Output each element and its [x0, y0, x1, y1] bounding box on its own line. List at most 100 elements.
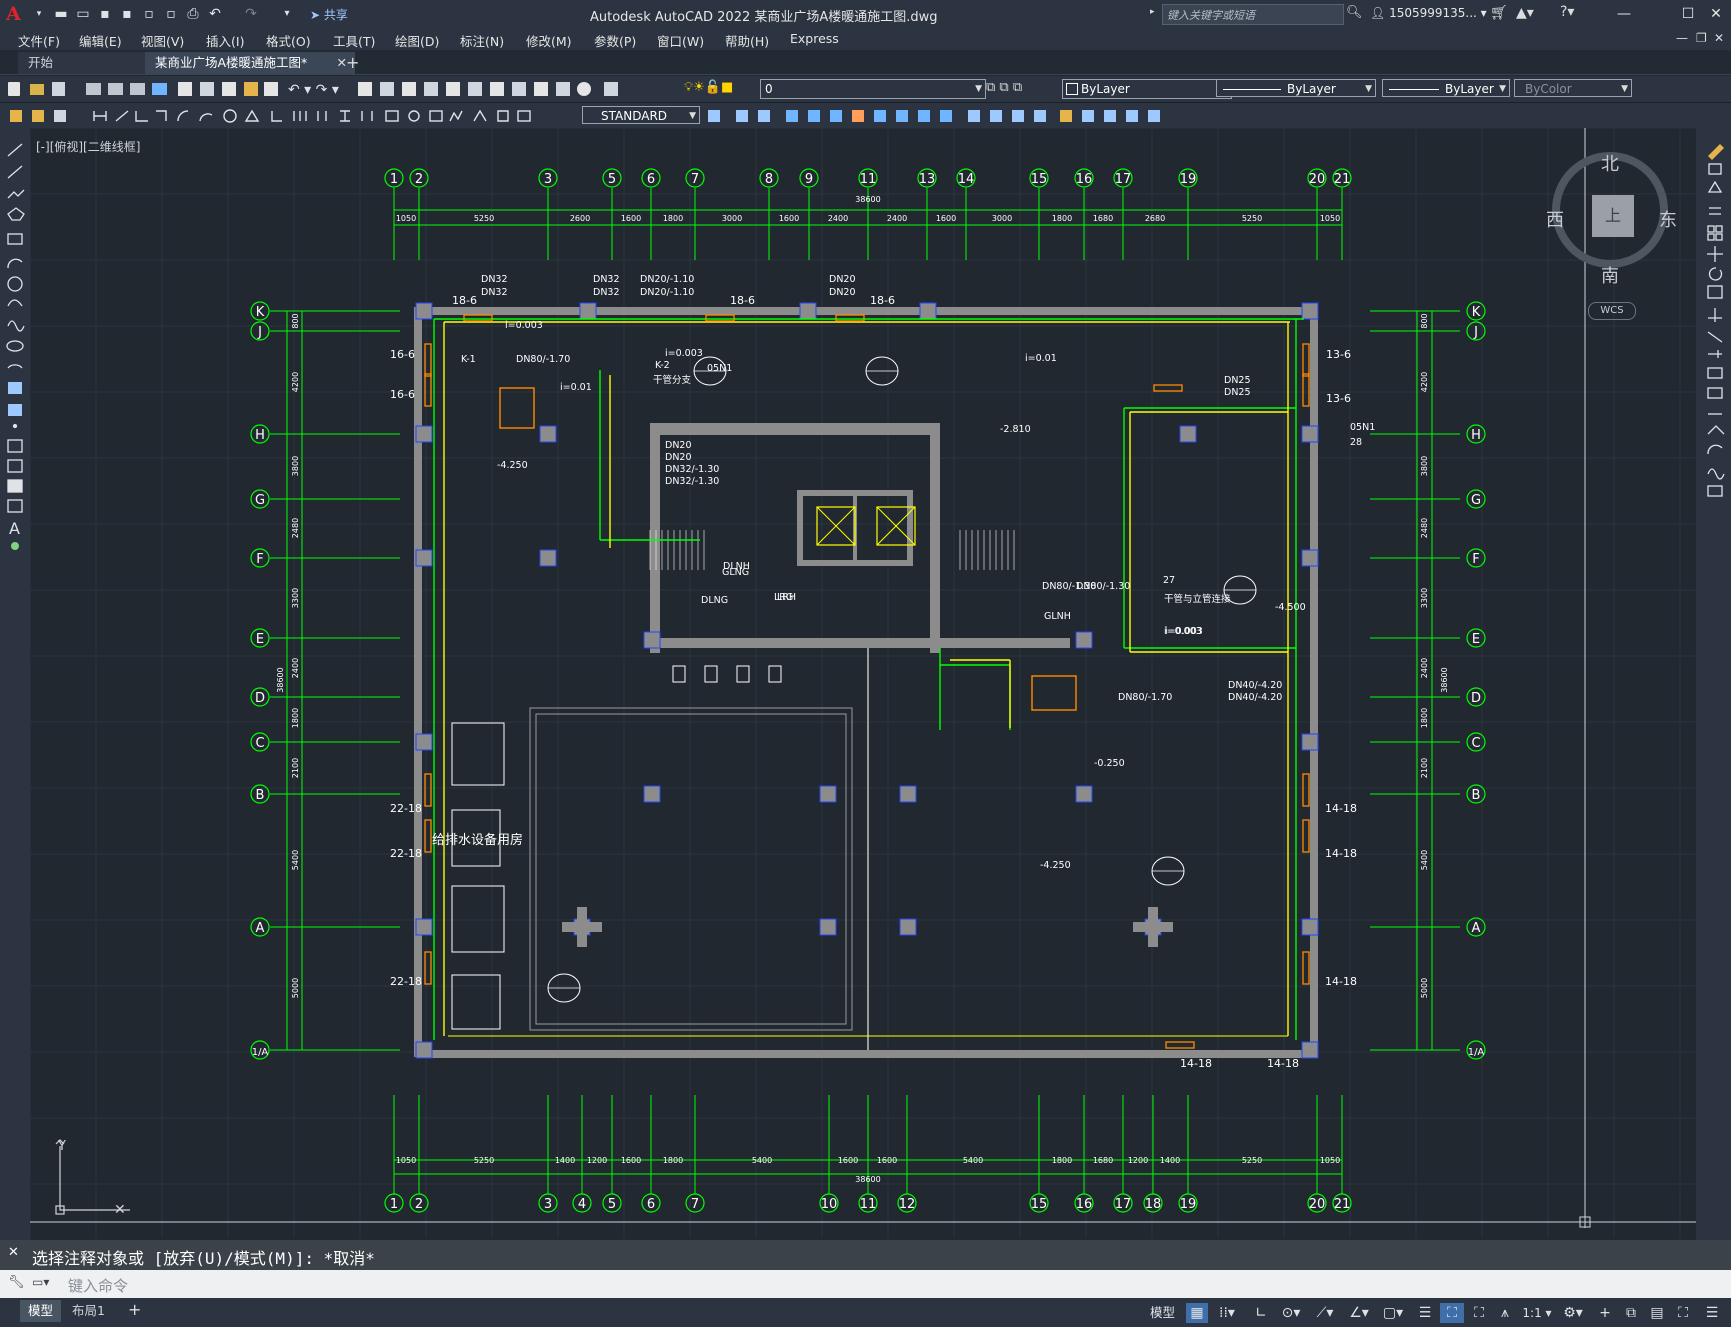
add-layout-icon[interactable]: + — [128, 1300, 141, 1319]
autocad-logo-icon[interactable]: A — [6, 3, 26, 25]
add-icon[interactable]: + — [1594, 1303, 1616, 1323]
drawing-canvas[interactable]: 1 2 3 5 6 7 8 9 11 13 14 15 16 17 19 20 21 1050 5250 2600 16… — [30, 128, 1696, 1238]
annotation-scale-icon[interactable]: ⩚ — [1494, 1303, 1516, 1323]
customize-quick-access-icon[interactable]: ▾ — [278, 5, 296, 23]
tab-start[interactable]: 开始 — [18, 52, 148, 74]
snap-icon[interactable]: ⁞⁞▾ — [1212, 1303, 1242, 1323]
layout-tab-model[interactable]: 模型 — [20, 1300, 62, 1322]
customize-icon[interactable]: 🔧︎ — [8, 1275, 25, 1290]
viewcube-west[interactable]: 西 — [1546, 206, 1564, 232]
isodraft-icon[interactable]: ⟋▾ — [1310, 1303, 1340, 1323]
dimension-text: 2480 — [1420, 518, 1429, 538]
standard-toolbar-icons[interactable]: ↶ ▾ ↷ ▾ — [6, 80, 646, 98]
menu-express[interactable]: Express — [790, 31, 839, 46]
command-line[interactable] — [0, 1270, 1731, 1298]
structural-column — [415, 733, 433, 751]
menu-view[interactable]: 视图(V) — [141, 31, 184, 50]
ortho-icon[interactable]: ∟ — [1250, 1303, 1272, 1323]
menu-insert[interactable]: 插入(I) — [206, 31, 244, 50]
modify-toolbar-icons[interactable] — [706, 107, 1226, 125]
menu-format[interactable]: 格式(O) — [266, 31, 311, 50]
close-command-icon[interactable]: ✕ — [8, 1245, 19, 1260]
layout-tab-layout1[interactable]: 布局1 — [64, 1300, 113, 1322]
grid-label: 1/A — [1468, 1047, 1485, 1058]
fullscreen-icon[interactable]: ⛶ — [1672, 1303, 1694, 1323]
save-as-icon[interactable]: ▪ — [118, 5, 136, 23]
open-file-icon[interactable]: ▭ — [74, 5, 92, 23]
model-space-button[interactable]: 模型 — [1150, 1303, 1175, 1323]
search-expand-icon[interactable]: ▸ — [1150, 7, 1155, 17]
osnap-tracking-icon[interactable]: ∠▾ — [1344, 1303, 1374, 1323]
new-file-icon[interactable]: ▬ — [52, 5, 70, 23]
app-menu-chevron-icon[interactable]: ▾ — [30, 5, 48, 23]
plotstyle-dropdown[interactable]: ByColor ▼ — [1514, 79, 1632, 97]
color-dropdown[interactable]: ByLayer▼ — [1062, 79, 1232, 99]
maximize-button[interactable]: ☐ — [1676, 4, 1700, 24]
save-icon[interactable]: ▪ — [96, 5, 114, 23]
units-icon[interactable]: ⧉ — [1620, 1303, 1642, 1323]
layer-tools-icons[interactable]: ⧉ ⧉ ⧉ — [986, 80, 1022, 95]
annotation-visibility-icon[interactable]: ⛶ — [1440, 1303, 1464, 1323]
share-button[interactable]: ➤ 共享 — [310, 6, 348, 23]
polar-icon[interactable]: ⊙▾ — [1276, 1303, 1306, 1323]
wcs-menu[interactable]: WCS — [1588, 302, 1636, 320]
layer-dropdown[interactable]: 0 ▼ — [760, 79, 986, 99]
doc-restore-button[interactable]: ❐ — [1696, 31, 1707, 45]
open-web-icon[interactable]: ▫ — [140, 5, 158, 23]
menu-help[interactable]: 帮助(H) — [725, 31, 769, 50]
menu-modify[interactable]: 修改(M) — [526, 31, 572, 50]
help-icon[interactable]: ?▾ — [1560, 4, 1574, 20]
search-icon[interactable]: 🔍︎ — [1346, 5, 1363, 20]
cart-icon[interactable]: 🛒︎ — [1490, 5, 1508, 21]
menu-dimension[interactable]: 标注(N) — [460, 31, 504, 50]
user-account-button[interactable]: 👤︎ 1505999135... ▾ — [1370, 6, 1487, 20]
modify-tools-icons[interactable] — [1706, 142, 1726, 542]
lineweight-icon[interactable]: ☰ — [1414, 1303, 1436, 1323]
plotstyle-value: ByColor — [1525, 82, 1572, 96]
workspace-gear-icon[interactable]: ⚙▾ — [1558, 1303, 1588, 1323]
osnap-icon[interactable]: ▢▾ — [1378, 1303, 1408, 1323]
grid-icon[interactable]: ▦ — [1186, 1303, 1208, 1323]
dimension-text: 1050 — [396, 1156, 416, 1165]
grid-label: 16 — [1076, 172, 1093, 187]
dimension-toolbar-icons[interactable] — [6, 107, 576, 125]
doc-minimize-button[interactable]: — — [1676, 31, 1688, 45]
recent-commands-icon[interactable]: ▭▾ — [32, 1275, 49, 1289]
close-button[interactable]: ✕ — [1704, 4, 1728, 24]
viewcube-north[interactable]: 北 — [1601, 150, 1619, 176]
quick-properties-icon[interactable]: ▤ — [1646, 1303, 1668, 1323]
layer-state-icons[interactable]: 💡︎☀🔓■ — [684, 80, 733, 95]
save-web-icon[interactable]: ▫ — [162, 5, 180, 23]
menu-tools[interactable]: 工具(T) — [333, 31, 375, 50]
linetype-dropdown[interactable]: ByLayer ▼ — [1216, 79, 1376, 97]
lineweight-dropdown[interactable]: ByLayer ▼ — [1382, 79, 1510, 97]
draw-tools-icons[interactable]: A — [6, 142, 26, 702]
doc-close-button[interactable]: ✕ — [1714, 31, 1724, 45]
menu-parametric[interactable]: 参数(P) — [594, 31, 636, 50]
auto-scale-icon[interactable]: ⛶ — [1468, 1303, 1490, 1323]
viewcube-south[interactable]: 南 — [1601, 262, 1619, 288]
annotation-scale-value[interactable]: 1:1 ▾ — [1520, 1303, 1554, 1323]
autodesk-app-icon[interactable]: ▲▾ — [1516, 5, 1534, 21]
menu-draw[interactable]: 绘图(D) — [395, 31, 439, 50]
menu-file[interactable]: 文件(F) — [18, 31, 60, 50]
viewport-controls-label[interactable]: [-][俯视][二维线框] — [36, 138, 140, 155]
menu-window[interactable]: 窗口(W) — [657, 31, 704, 50]
redo-icon[interactable]: ↷ — [242, 5, 260, 23]
viewcube-top-face[interactable]: 上 — [1592, 195, 1634, 237]
search-input[interactable]: 键入关键字或短语 — [1162, 4, 1344, 25]
text-style-dropdown[interactable]: STANDARD ▼ — [582, 106, 700, 124]
structural-column — [1179, 425, 1197, 443]
undo-icon[interactable]: ↶ — [206, 5, 224, 23]
new-tab-icon[interactable]: + — [346, 53, 359, 72]
viewcube-east[interactable]: 东 — [1659, 206, 1677, 232]
command-input[interactable]: 键入命令 — [68, 1275, 128, 1296]
plot-icon[interactable]: ⎙ — [184, 5, 202, 23]
minimize-button[interactable]: — — [1612, 4, 1636, 24]
structural-column — [1301, 1041, 1319, 1059]
customize-status-icon[interactable]: ☰ — [1700, 1303, 1724, 1323]
tab-document[interactable]: 某商业广场A楼暖通施工图* ✕ — [145, 52, 355, 74]
menu-edit[interactable]: 编辑(E) — [79, 31, 122, 50]
structural-column — [899, 785, 917, 803]
plan-label: 18-6 — [730, 294, 755, 307]
